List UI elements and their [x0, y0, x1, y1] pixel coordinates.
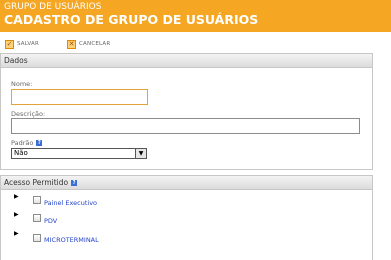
microterminal-checkbox[interactable]	[33, 234, 41, 242]
expand-arrow-icon[interactable]: ▶	[14, 193, 19, 200]
descricao-textarea[interactable]	[11, 118, 360, 134]
dados-panel-title: Dados	[1, 54, 372, 68]
save-button[interactable]: ✓ SALVAR	[5, 37, 39, 51]
expand-arrow-icon[interactable]: ▶	[14, 230, 19, 237]
cancel-icon: ✕	[67, 39, 76, 49]
nome-input[interactable]	[11, 89, 148, 105]
tree-item: ▶ PDV	[1, 211, 374, 225]
tree-item-label[interactable]: PDV	[44, 217, 57, 225]
page-subtitle: GRUPO DE USUÁRIOS	[4, 2, 102, 12]
acesso-panel: Acesso Permitido? ▶ Painel Executivo ▶ P…	[0, 175, 373, 260]
cancel-button[interactable]: ✕ CANCELAR	[67, 37, 110, 51]
pdv-checkbox[interactable]	[33, 214, 41, 222]
save-label: SALVAR	[17, 41, 40, 47]
toolbar: ✓ SALVAR ✕ CANCELAR	[0, 37, 391, 51]
page-title: CADASTRO DE GRUPO DE USUÁRIOS	[4, 12, 259, 27]
descricao-label: Descrição:	[11, 110, 46, 118]
painel-executivo-checkbox[interactable]	[33, 196, 41, 204]
acesso-panel-header: Acesso Permitido?	[1, 176, 372, 190]
padrao-label-row: Padrão?	[11, 139, 43, 147]
nome-label: Nome:	[11, 80, 33, 88]
save-icon: ✓	[5, 39, 14, 49]
cancel-label: CANCELAR	[79, 41, 111, 47]
dados-panel: Dados Nome: Descrição: Padrão? Não ▼	[0, 53, 373, 170]
padrao-selected-value: Não	[14, 149, 28, 157]
help-icon[interactable]: ?	[71, 180, 78, 186]
expand-arrow-icon[interactable]: ▶	[14, 211, 19, 218]
padrao-select[interactable]: Não ▼	[11, 148, 147, 159]
tree-item-label[interactable]: Painel Executivo	[44, 199, 97, 207]
chevron-down-icon[interactable]: ▼	[135, 149, 146, 158]
tree-item-label[interactable]: MICROTERMINAL	[44, 236, 99, 244]
acesso-panel-title: Acesso Permitido	[4, 178, 69, 187]
page-header: GRUPO DE USUÁRIOS CADASTRO DE GRUPO DE U…	[0, 0, 391, 32]
tree-item: ▶ Painel Executivo	[1, 193, 374, 207]
help-icon[interactable]: ?	[36, 140, 43, 146]
tree-item: ▶ MICROTERMINAL	[1, 230, 374, 244]
padrao-label: Padrão	[11, 139, 34, 147]
